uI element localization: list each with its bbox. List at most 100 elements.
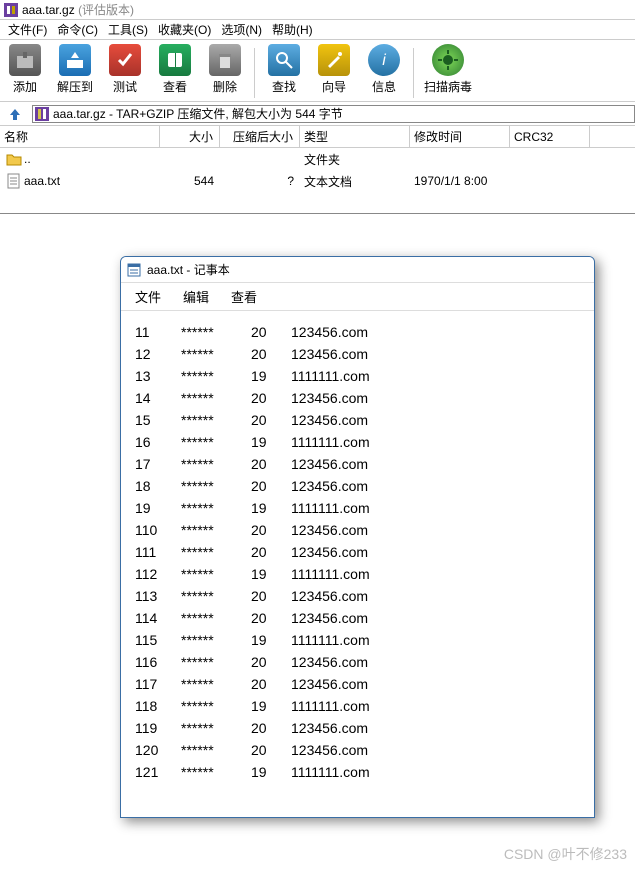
- np-id: 118: [135, 695, 181, 717]
- cell-packed: ?: [220, 174, 300, 188]
- info-label: 信息: [372, 78, 396, 95]
- notepad-menu-edit[interactable]: 编辑: [183, 287, 209, 306]
- notepad-line: 12******20123456.com: [135, 343, 580, 365]
- address-bar: aaa.tar.gz - TAR+GZIP 压缩文件, 解包大小为 544 字节: [0, 102, 635, 126]
- notepad-line: 121******191111111.com: [135, 761, 580, 783]
- add-button[interactable]: 添加: [0, 44, 50, 95]
- np-id: 17: [135, 453, 181, 475]
- app-icon: [4, 3, 18, 17]
- window-title-filename: aaa.tar.gz: [22, 0, 75, 20]
- col-mtime[interactable]: 修改时间: [410, 126, 510, 147]
- notepad-line: 19******191111111.com: [135, 497, 580, 519]
- notepad-line: 14******20123456.com: [135, 387, 580, 409]
- np-id: 113: [135, 585, 181, 607]
- find-button[interactable]: 查找: [259, 44, 309, 95]
- np-mask: ******: [181, 431, 251, 453]
- notepad-titlebar[interactable]: aaa.txt - 记事本: [121, 257, 594, 283]
- notepad-line: 110******20123456.com: [135, 519, 580, 541]
- notepad-line: 115******191111111.com: [135, 629, 580, 651]
- np-mask: ******: [181, 497, 251, 519]
- menu-file[interactable]: 文件(F): [4, 20, 51, 39]
- menu-fav[interactable]: 收藏夹(O): [154, 20, 215, 39]
- notepad-line: 119******20123456.com: [135, 717, 580, 739]
- table-row[interactable]: .. 文件夹: [0, 148, 635, 170]
- delete-button[interactable]: 删除: [200, 44, 250, 95]
- np-id: 115: [135, 629, 181, 651]
- cell-type: 文件夹: [300, 151, 410, 168]
- np-id: 117: [135, 673, 181, 695]
- notepad-line: 11******20123456.com: [135, 321, 580, 343]
- col-type[interactable]: 类型: [300, 126, 410, 147]
- menu-cmd[interactable]: 命令(C): [53, 20, 102, 39]
- np-num: 19: [251, 497, 291, 519]
- test-button[interactable]: 测试: [100, 44, 150, 95]
- window-title-eval: (评估版本): [78, 0, 134, 20]
- add-label: 添加: [13, 78, 37, 95]
- archive-icon: [9, 44, 41, 76]
- np-id: 16: [135, 431, 181, 453]
- notepad-line: 17******20123456.com: [135, 453, 580, 475]
- cell-size: 544: [160, 174, 220, 188]
- path-field[interactable]: aaa.tar.gz - TAR+GZIP 压缩文件, 解包大小为 544 字节: [32, 105, 635, 123]
- np-mask: ******: [181, 695, 251, 717]
- extract-label: 解压到: [57, 78, 93, 95]
- np-domain: 123456.com: [291, 453, 368, 475]
- wizard-button[interactable]: 向导: [309, 44, 359, 95]
- np-num: 20: [251, 717, 291, 739]
- cell-name: ..: [24, 152, 31, 166]
- np-domain: 123456.com: [291, 387, 368, 409]
- np-domain: 1111111.com: [291, 761, 370, 783]
- table-row[interactable]: aaa.txt 544 ? 文本文档 1970/1/1 8:00: [0, 170, 635, 192]
- col-size[interactable]: 大小: [160, 126, 220, 147]
- notepad-menu-view[interactable]: 查看: [231, 287, 257, 306]
- info-button[interactable]: i 信息: [359, 44, 409, 95]
- watermark: CSDN @叶不修233: [504, 844, 627, 864]
- np-domain: 1111111.com: [291, 629, 370, 651]
- notepad-body[interactable]: 11******20123456.com12******20123456.com…: [121, 311, 594, 793]
- menu-opt[interactable]: 选项(N): [217, 20, 266, 39]
- np-domain: 123456.com: [291, 519, 368, 541]
- text-file-icon: [6, 173, 22, 189]
- np-id: 15: [135, 409, 181, 431]
- np-domain: 1111111.com: [291, 695, 370, 717]
- np-num: 20: [251, 739, 291, 761]
- col-packed[interactable]: 压缩后大小: [220, 126, 300, 147]
- np-mask: ******: [181, 541, 251, 563]
- np-id: 112: [135, 563, 181, 585]
- col-crc[interactable]: CRC32: [510, 126, 590, 147]
- np-domain: 1111111.com: [291, 563, 370, 585]
- np-mask: ******: [181, 343, 251, 365]
- np-num: 20: [251, 409, 291, 431]
- np-domain: 1111111.com: [291, 431, 370, 453]
- view-label: 查看: [163, 78, 187, 95]
- np-domain: 123456.com: [291, 717, 368, 739]
- col-name[interactable]: 名称: [0, 126, 160, 147]
- notepad-line: 116******20123456.com: [135, 651, 580, 673]
- up-arrow-icon: [8, 107, 22, 121]
- np-domain: 1111111.com: [291, 497, 370, 519]
- notepad-menu-file[interactable]: 文件: [135, 287, 161, 306]
- view-button[interactable]: 查看: [150, 44, 200, 95]
- notepad-line: 111******20123456.com: [135, 541, 580, 563]
- up-button[interactable]: [4, 105, 26, 123]
- menu-tool[interactable]: 工具(S): [104, 20, 152, 39]
- test-icon: [109, 44, 141, 76]
- np-id: 19: [135, 497, 181, 519]
- wizard-icon: [318, 44, 350, 76]
- notepad-line: 16******191111111.com: [135, 431, 580, 453]
- svg-text:i: i: [382, 52, 386, 69]
- np-id: 116: [135, 651, 181, 673]
- np-mask: ******: [181, 519, 251, 541]
- np-num: 20: [251, 343, 291, 365]
- scan-button[interactable]: 扫描病毒: [418, 44, 478, 95]
- path-text: aaa.tar.gz - TAR+GZIP 压缩文件, 解包大小为 544 字节: [53, 107, 343, 121]
- np-mask: ******: [181, 717, 251, 739]
- np-mask: ******: [181, 673, 251, 695]
- notepad-title: aaa.txt - 记事本: [147, 261, 230, 278]
- menu-help[interactable]: 帮助(H): [268, 20, 317, 39]
- archive-file-icon: [35, 107, 49, 121]
- np-num: 20: [251, 519, 291, 541]
- np-domain: 123456.com: [291, 475, 368, 497]
- extract-button[interactable]: 解压到: [50, 44, 100, 95]
- np-mask: ******: [181, 607, 251, 629]
